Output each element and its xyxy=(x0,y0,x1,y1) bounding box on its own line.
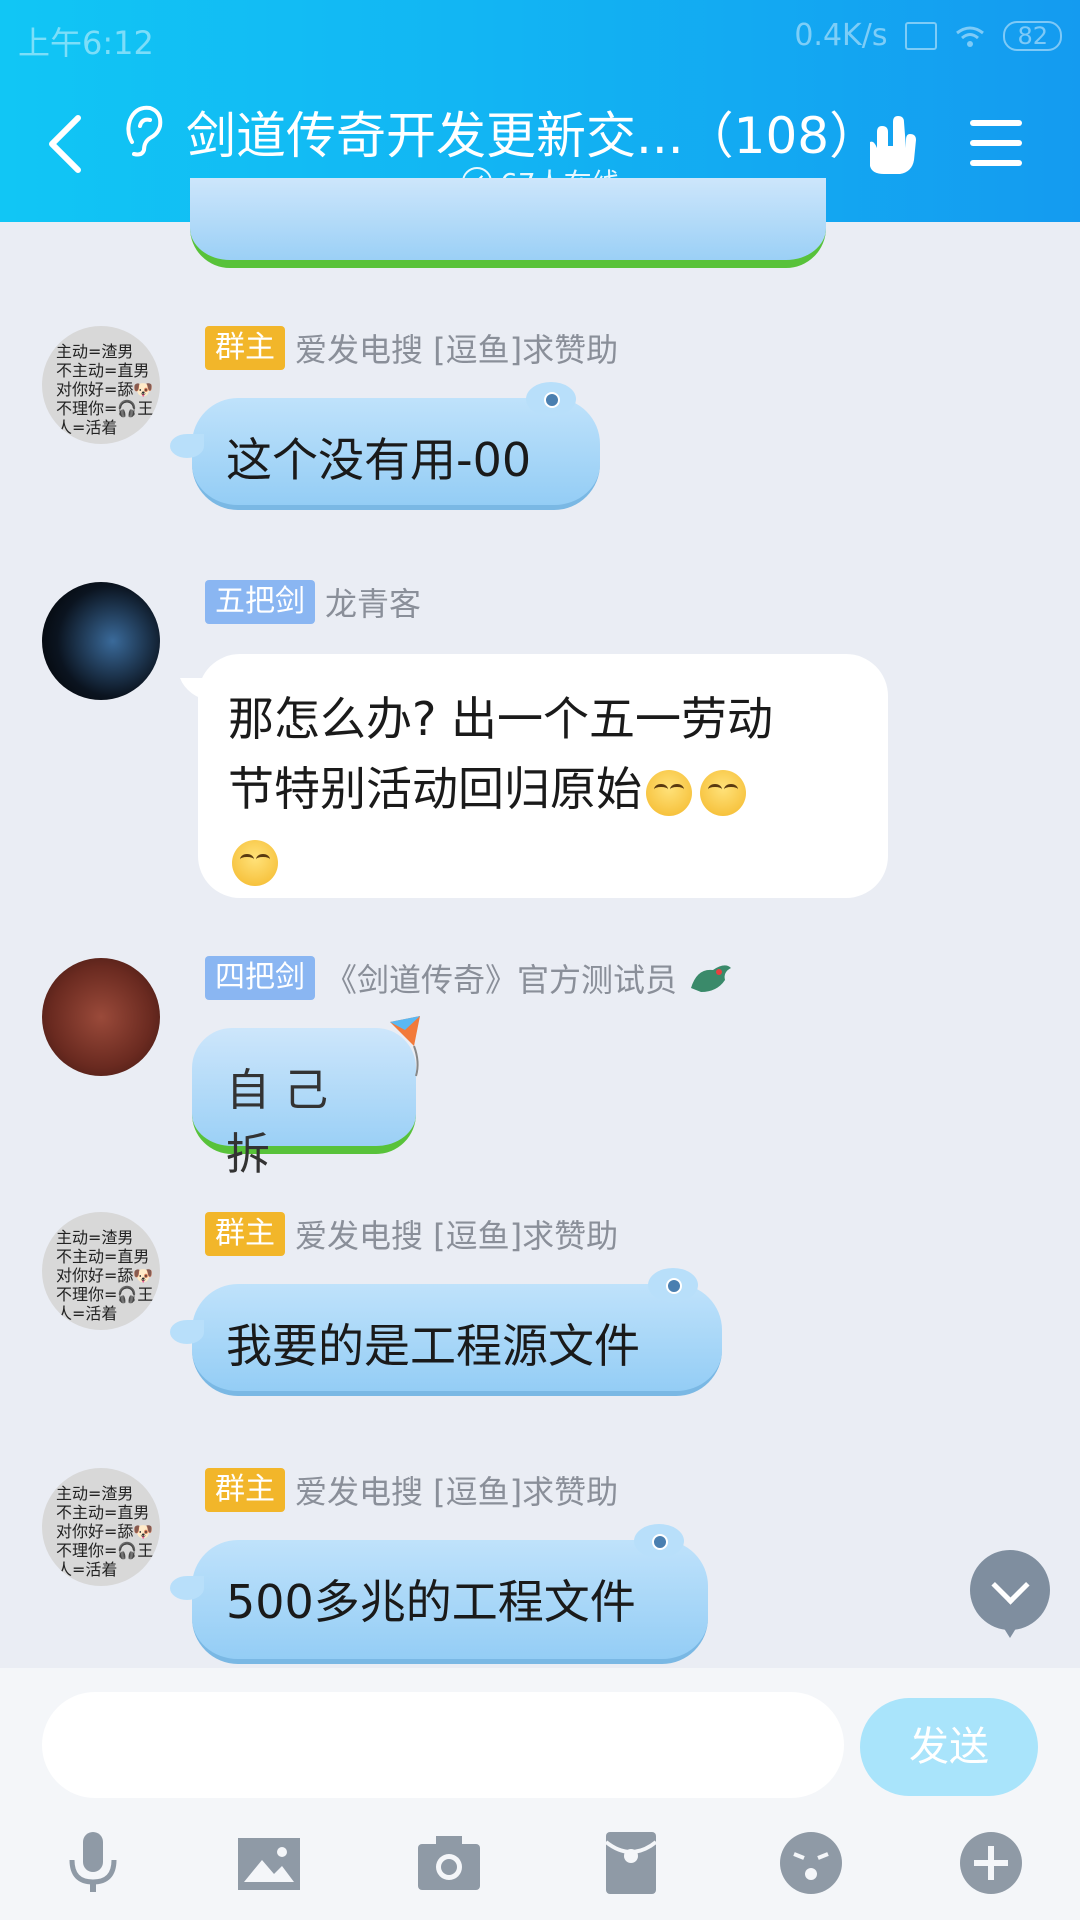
bubble-tail xyxy=(170,1576,204,1600)
role-badge: 群主 xyxy=(205,1212,285,1256)
message-meta: 五把剑 龙青客 xyxy=(205,580,421,624)
avatar[interactable]: 主动=渣男 不主动=直男 对你好=舔🐶 不理你=🎧王 人=活着 xyxy=(42,1468,160,1586)
message-text: 自己拆 xyxy=(226,1065,342,1180)
avatar-text-line: 主动=渣男 xyxy=(56,342,134,361)
role-badge: 五把剑 xyxy=(205,580,315,624)
bubble-tail xyxy=(179,678,217,700)
input-bar: 发送 xyxy=(0,1668,1080,1920)
network-speed: 0.4K/s xyxy=(794,18,888,53)
message-bubble[interactable]: 那怎么办? 出一个五一劳动 节特别活动回归原始 xyxy=(179,654,888,898)
scroll-to-bottom-button[interactable] xyxy=(970,1550,1050,1638)
smirk-emoji-icon xyxy=(232,839,278,886)
sim-off-icon xyxy=(905,21,938,50)
bubble-eye-decoration xyxy=(652,1534,668,1550)
avatar-text-line: 不理你=🎧王 xyxy=(56,1541,154,1560)
bubble-tail xyxy=(170,1320,204,1344)
avatar-text-line: 对你好=舔🐶 xyxy=(56,1266,154,1285)
ear-icon[interactable] xyxy=(122,102,164,158)
battery-indicator: 82 xyxy=(1003,20,1062,51)
role-badge: 群主 xyxy=(205,326,285,370)
menu-icon[interactable] xyxy=(970,120,1022,166)
message-meta: 群主 爱发电搜 [逗鱼]求赞助 xyxy=(205,1468,618,1512)
message-text: 这个没有用-00 xyxy=(226,433,532,487)
message-text xyxy=(228,824,858,894)
red-packet-icon[interactable] xyxy=(596,1828,666,1898)
message-bubble[interactable]: 这个没有用-00 xyxy=(170,382,600,510)
kite-icon xyxy=(390,1016,420,1077)
avatar[interactable] xyxy=(42,582,160,700)
avatar-text-line: 人=活着 xyxy=(56,418,118,437)
nickname[interactable]: 《剑道传奇》官方测试员 xyxy=(325,955,677,1001)
smirk-emoji-icon xyxy=(700,769,746,816)
bubble-eye-decoration xyxy=(666,1278,682,1294)
avatar[interactable]: 主动=渣男 不主动=直男 对你好=舔🐶 不理你=🎧王 人=活着 xyxy=(42,326,160,444)
emoji-icon[interactable] xyxy=(776,1828,846,1898)
message-item: 四把剑 《剑道传奇》官方测试员 自己拆 xyxy=(0,956,1080,1180)
dragon-icon xyxy=(691,965,732,992)
message-meta: 四把剑 《剑道传奇》官方测试员 xyxy=(205,956,733,1000)
role-badge: 四把剑 xyxy=(205,956,315,1000)
send-button[interactable]: 发送 xyxy=(860,1698,1038,1796)
bubble-tail xyxy=(170,434,204,458)
avatar[interactable] xyxy=(42,958,160,1076)
avatar-text-line: 对你好=舔🐶 xyxy=(56,1522,154,1541)
status-time: 上午6:12 xyxy=(18,24,154,62)
avatar-text-line: 不理你=🎧王 xyxy=(56,399,154,418)
nickname[interactable]: 爱发电搜 [逗鱼]求赞助 xyxy=(295,1467,618,1513)
role-badge: 群主 xyxy=(205,1468,285,1512)
message-item: 主动=渣男 不主动=直男 对你好=舔🐶 不理你=🎧王 人=活着 群主 爱发电搜 … xyxy=(0,1468,1080,1668)
message-text: 节特别活动回归原始 xyxy=(228,754,858,824)
avatar[interactable]: 主动=渣男 不主动=直男 对你好=舔🐶 不理你=🎧王 人=活着 xyxy=(42,1212,160,1330)
message-item: 五把剑 龙青客 那怎么办? 出一个五一劳动 节特别活动回归原始 xyxy=(0,580,1080,900)
message-meta: 群主 爱发电搜 [逗鱼]求赞助 xyxy=(205,326,618,370)
message-meta: 群主 爱发电搜 [逗鱼]求赞助 xyxy=(205,1212,618,1256)
message-input[interactable] xyxy=(42,1692,844,1798)
avatar-text-line: 不主动=直男 xyxy=(56,1247,150,1266)
plus-icon[interactable] xyxy=(956,1828,1026,1898)
smirk-emoji-icon xyxy=(646,769,692,816)
message-text-line: 节特别活动回归原始 xyxy=(228,762,642,816)
chat-title[interactable]: 剑道传奇开发更新交...（108） xyxy=(186,96,879,168)
avatar-text-line: 对你好=舔🐶 xyxy=(56,380,154,399)
message-item: 主动=渣男 不主动=直男 对你好=舔🐶 不理你=🎧王 人=活着 群主 爱发电搜 … xyxy=(0,1212,1080,1412)
status-icons: 0.4K/s 82 xyxy=(794,18,1062,53)
nickname[interactable]: 爱发电搜 [逗鱼]求赞助 xyxy=(295,325,618,371)
nickname[interactable]: 爱发电搜 [逗鱼]求赞助 xyxy=(295,1211,618,1257)
message-bubble[interactable]: 我要的是工程源文件 xyxy=(170,1268,722,1396)
bubble-eye-decoration xyxy=(544,392,560,408)
message-bubble[interactable]: 500多兆的工程文件 xyxy=(170,1524,708,1664)
avatar-text-line: 人=活着 xyxy=(56,1560,118,1579)
mic-icon[interactable] xyxy=(58,1828,128,1898)
camera-icon[interactable] xyxy=(414,1828,484,1898)
avatar-text-line: 主动=渣男 xyxy=(56,1484,134,1503)
message-text: 我要的是工程源文件 xyxy=(226,1319,640,1373)
message-item: 主动=渣男 不主动=直男 对你好=舔🐶 不理你=🎧王 人=活着 群主 爱发电搜 … xyxy=(0,326,1080,526)
avatar-text-line: 不主动=直男 xyxy=(56,1503,150,1522)
avatar-text-line: 不理你=🎧王 xyxy=(56,1285,154,1304)
image-icon[interactable] xyxy=(234,1828,304,1898)
message-text: 那怎么办? 出一个五一劳动 xyxy=(228,692,774,746)
message-text: 500多兆的工程文件 xyxy=(226,1575,636,1629)
avatar-text-line: 主动=渣男 xyxy=(56,1228,134,1247)
avatar-text-line: 人=活着 xyxy=(56,1304,118,1323)
nickname[interactable]: 龙青客 xyxy=(325,579,421,625)
back-button[interactable] xyxy=(42,112,90,176)
hand-gesture-icon[interactable] xyxy=(860,112,920,178)
partial-bubble xyxy=(190,178,826,268)
wifi-icon xyxy=(956,26,985,47)
avatar-text-line: 不主动=直男 xyxy=(56,361,150,380)
